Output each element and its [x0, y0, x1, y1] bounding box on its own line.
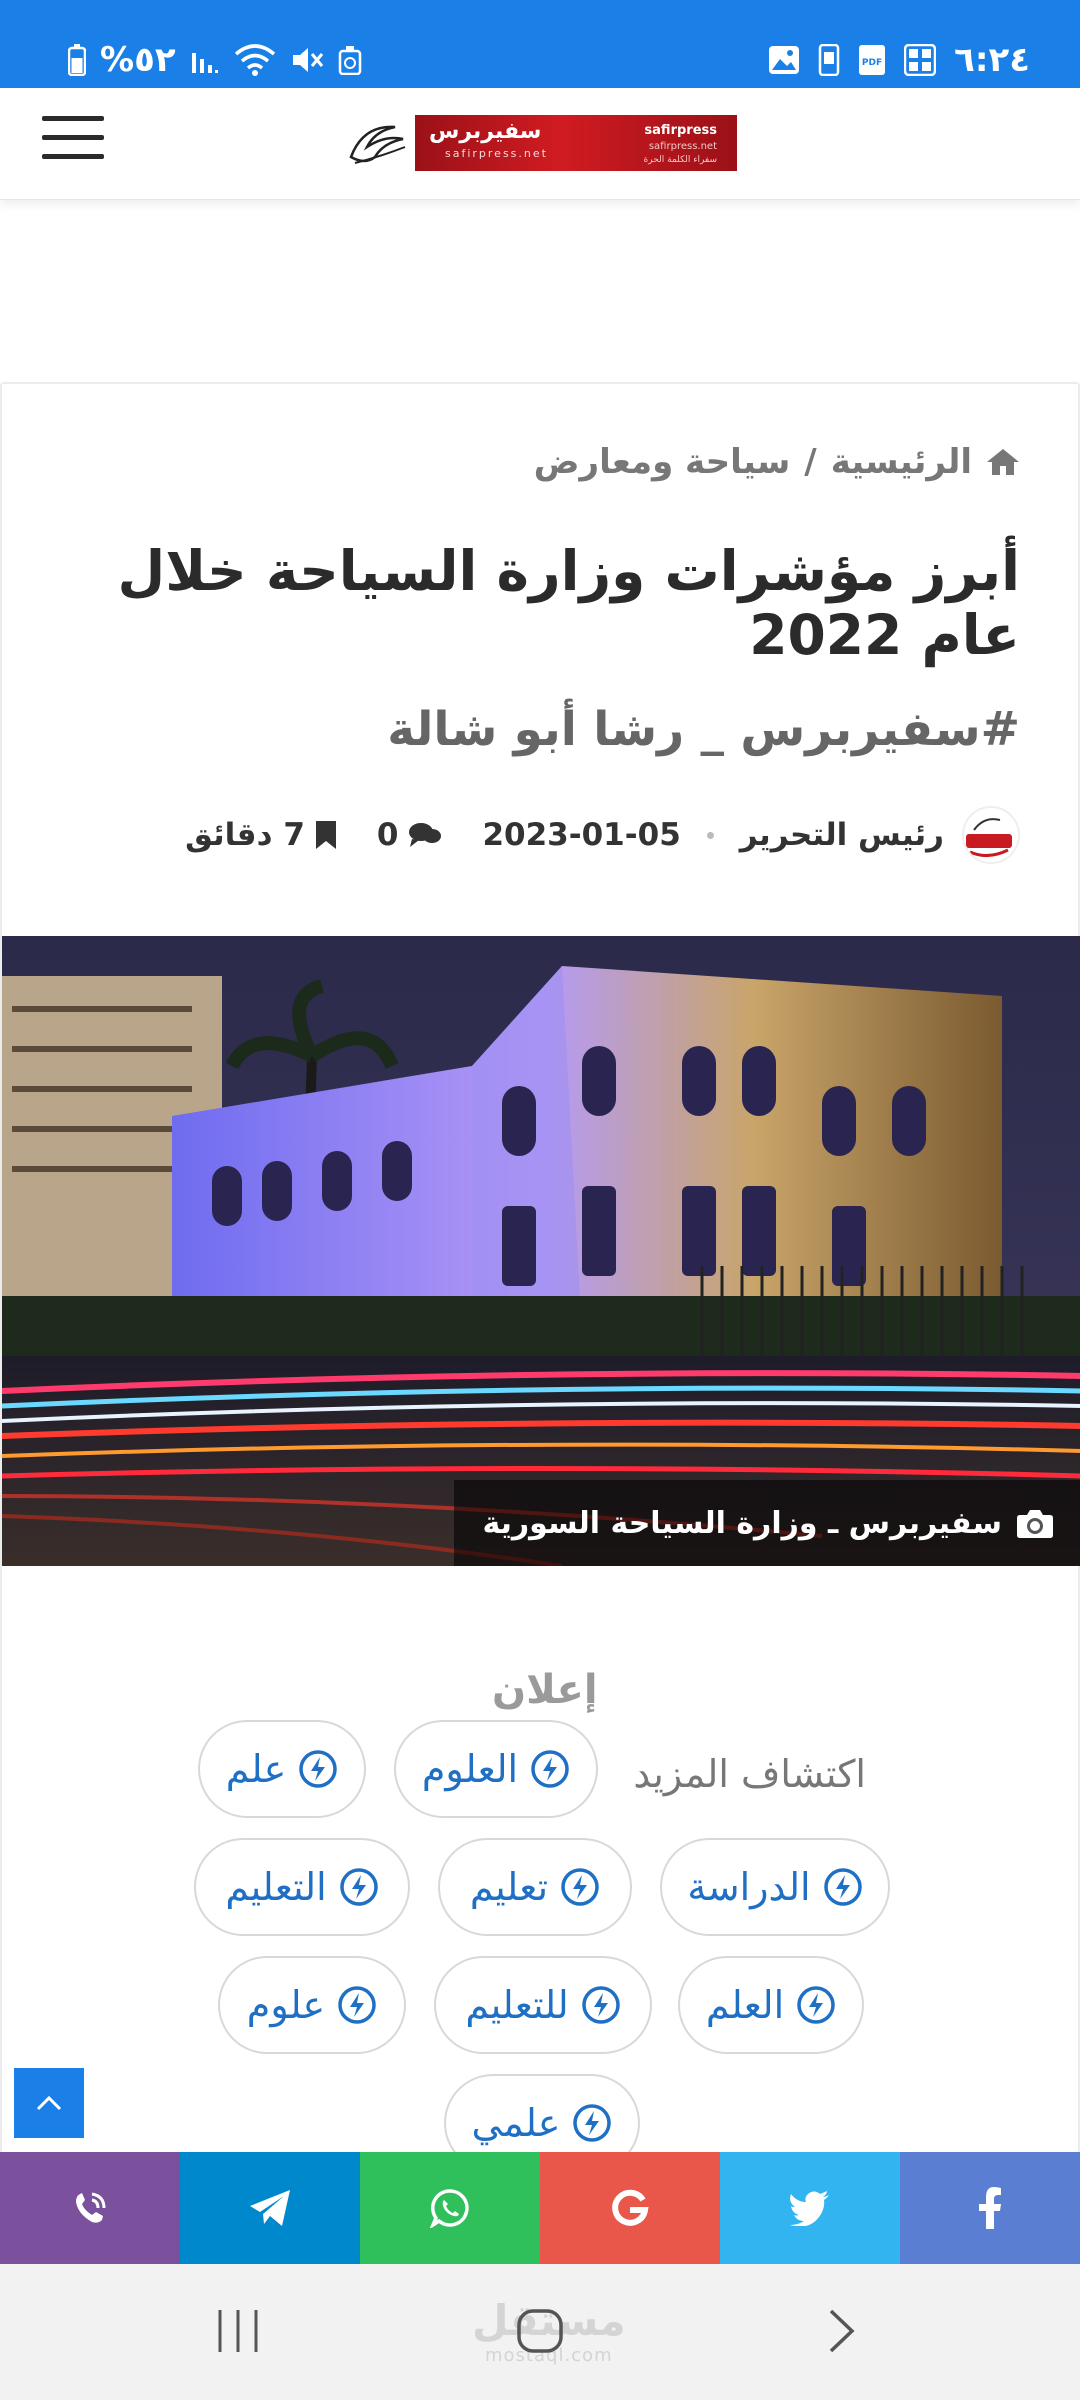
discover-more-label: اكتشاف المزيد — [633, 1752, 866, 1796]
chip-label: علمي — [471, 2101, 561, 2145]
bolt-icon — [823, 1868, 862, 1906]
pdf-icon: PDF — [859, 45, 886, 75]
ad-chip-sciences[interactable]: العلوم — [394, 1720, 598, 1818]
chip-label: الدراسة — [687, 1865, 811, 1909]
share-whatsapp-button[interactable] — [360, 2152, 540, 2264]
battery-percent: %٥٢ — [100, 40, 176, 80]
back-to-top-button[interactable] — [14, 2068, 84, 2138]
article-title: أبرز مؤشرات وزارة السياحة خلال عام 2022 — [117, 539, 1020, 667]
logo-english-text: safirpress.net — [445, 147, 548, 160]
ad-chip-education[interactable]: التعليم — [194, 1838, 410, 1936]
share-facebook-button[interactable] — [900, 2152, 1080, 2264]
signal-icon — [191, 53, 218, 73]
logo-right-title: safirpress — [644, 123, 717, 138]
logo-mark-icon — [349, 125, 406, 164]
read-time-value: 7 دقائق — [185, 817, 305, 853]
chip-label: تعليم — [469, 1865, 549, 1909]
article-card: الرئيسية / سياحة ومعارض أبرز مؤشرات وزار… — [0, 382, 1080, 2172]
recent-apps-icon[interactable] — [216, 2308, 260, 2354]
twitter-icon — [790, 2191, 829, 2226]
logo-banner: سفيربرس safirpress.net safirpress safirp… — [415, 115, 737, 171]
bolt-icon — [299, 1750, 338, 1788]
article-image[interactable]: سفيربرس ـ وزارة السياحة السورية — [2, 936, 1080, 1566]
chip-label: العلوم — [421, 1747, 519, 1791]
bolt-icon — [339, 1868, 378, 1906]
mute-icon — [292, 48, 323, 72]
bolt-icon — [338, 1986, 376, 2024]
breadcrumb-separator: / — [804, 442, 817, 482]
breadcrumb: الرئيسية / سياحة ومعارض — [534, 442, 1020, 482]
ad-label: إعلان — [492, 1667, 598, 1713]
whatsapp-icon — [430, 2189, 469, 2228]
meta-dot — [706, 831, 714, 839]
status-right: PDF ٦:٢٤ — [768, 40, 1030, 80]
phone-icon — [818, 44, 840, 76]
chip-label: للتعليم — [465, 1983, 569, 2027]
article-subtitle: #سفيربرس _ رشا أبو شالة — [387, 702, 1020, 757]
chip-label: علم — [225, 1747, 287, 1791]
ad-chip-for-education[interactable]: للتعليم — [434, 1956, 652, 2054]
chip-label: العلم — [705, 1983, 785, 2027]
bookmark-icon — [315, 821, 336, 849]
chevron-up-icon — [36, 2095, 62, 2111]
status-left: %٥٢ — [68, 40, 362, 80]
menu-icon[interactable] — [42, 116, 104, 164]
ad-chip-teaching[interactable]: تعليم — [438, 1838, 632, 1936]
breadcrumb-category[interactable]: سياحة ومعارض — [534, 442, 791, 482]
gallery-icon — [769, 46, 800, 74]
share-bar — [0, 2152, 1080, 2264]
site-header: سفيربرس safirpress.net safirpress safirp… — [0, 88, 1080, 200]
chip-label: التعليم — [225, 1865, 327, 1909]
article-meta: رئيس التحرير 2023-01-05 0 7 دقائق — [185, 806, 1020, 864]
viber-icon — [76, 2192, 106, 2223]
system-nav-bar: مستقل mostaql.com — [0, 2264, 1080, 2400]
image-caption: سفيربرس ـ وزارة السياحة السورية — [454, 1480, 1080, 1566]
share-telegram-button[interactable] — [180, 2152, 360, 2264]
recycle-icon — [338, 46, 361, 75]
bolt-icon — [561, 1868, 599, 1906]
home-icon — [987, 449, 1019, 475]
calculator-icon — [904, 44, 937, 76]
breadcrumb-home[interactable]: الرئيسية — [831, 442, 972, 482]
share-google-button[interactable] — [540, 2152, 720, 2264]
ad-chip-study[interactable]: الدراسة — [660, 1838, 890, 1936]
comments-value: 0 — [376, 817, 399, 853]
svg-text:PDF: PDF — [862, 58, 882, 68]
bolt-icon — [573, 2104, 612, 2142]
comments-count[interactable]: 0 — [377, 817, 443, 853]
telegram-icon — [250, 2190, 290, 2226]
site-logo[interactable]: سفيربرس safirpress.net safirpress safirp… — [345, 115, 737, 171]
logo-right-tagline: سفراء الكلمة الحرة — [643, 155, 717, 165]
ad-chip-the-science[interactable]: العلم — [678, 1956, 864, 2054]
bolt-icon — [797, 1986, 835, 2024]
share-twitter-button[interactable] — [720, 2152, 900, 2264]
logo-right-url: safirpress.net — [648, 141, 717, 152]
article-date: 2023-01-05 — [482, 817, 681, 853]
ad-chip-science[interactable]: علم — [198, 1720, 366, 1818]
author-avatar[interactable] — [962, 806, 1020, 864]
read-time: 7 دقائق — [185, 817, 337, 853]
google-icon — [612, 2189, 649, 2226]
home-button-icon[interactable] — [516, 2308, 564, 2354]
battery-icon — [68, 44, 86, 76]
comments-icon — [409, 823, 442, 847]
ad-chip-sciences-2[interactable]: علوم — [218, 1956, 406, 2054]
clock: ٦:٢٤ — [954, 40, 1030, 80]
status-bar: %٥٢ PDF ٦:٢٤ — [0, 0, 1080, 88]
image-caption-text: سفيربرس ـ وزارة السياحة السورية — [482, 1505, 1002, 1541]
back-chevron-icon[interactable] — [828, 2308, 856, 2354]
chip-label: علوم — [246, 1983, 326, 2027]
camera-icon — [1017, 1510, 1053, 1538]
author-name[interactable]: رئيس التحرير — [740, 817, 944, 853]
bolt-icon — [581, 1986, 620, 2024]
logo-arabic-text: سفيربرس — [429, 119, 542, 144]
bolt-icon — [531, 1750, 569, 1788]
wifi-icon — [234, 44, 275, 76]
share-viber-button[interactable] — [0, 2152, 180, 2264]
hero-illustration — [2, 936, 1080, 1566]
facebook-icon — [979, 2187, 1001, 2229]
